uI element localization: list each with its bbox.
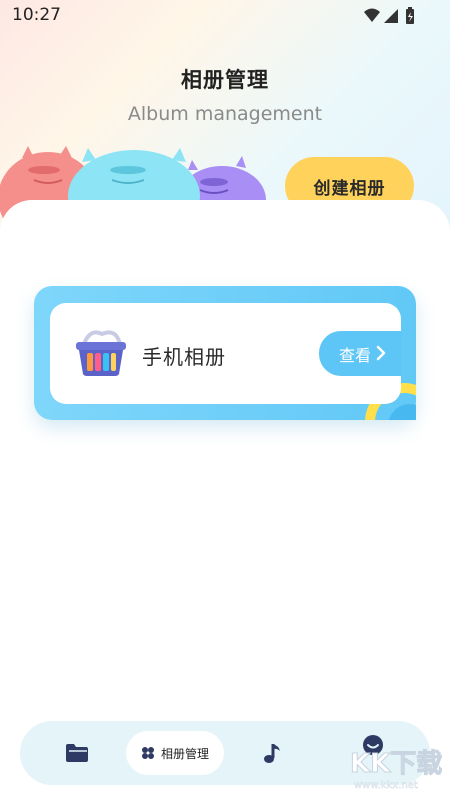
view-album-button[interactable]: 查看 [319, 331, 401, 376]
nav-music[interactable] [248, 721, 298, 785]
status-icons [364, 7, 414, 24]
nav-folder[interactable] [50, 721, 104, 785]
page-subtitle: Album management [127, 103, 323, 125]
album-name: 手机相册 [142, 345, 226, 369]
folder-icon [66, 744, 88, 762]
status-time: 10:27 [12, 5, 61, 25]
clover-icon [141, 747, 154, 759]
music-note-icon [264, 744, 280, 763]
page-title: 相册管理 [181, 68, 269, 92]
wifi-icon [364, 8, 380, 22]
status-bar: 10:27 [0, 0, 450, 32]
signal-icon [384, 9, 398, 23]
watermark-logo: KK下载 www.kkx.net [350, 749, 443, 792]
basket-icon [76, 330, 126, 376]
view-album-label: 查看 [339, 345, 372, 365]
nav-album-management[interactable]: 相册管理 [126, 731, 224, 775]
svg-text:www.kkx.net: www.kkx.net [354, 780, 418, 791]
nav-album-management-label: 相册管理 [160, 746, 209, 761]
chevron-right-icon [376, 345, 386, 361]
svg-text:KK下载: KK下载 [350, 749, 442, 779]
